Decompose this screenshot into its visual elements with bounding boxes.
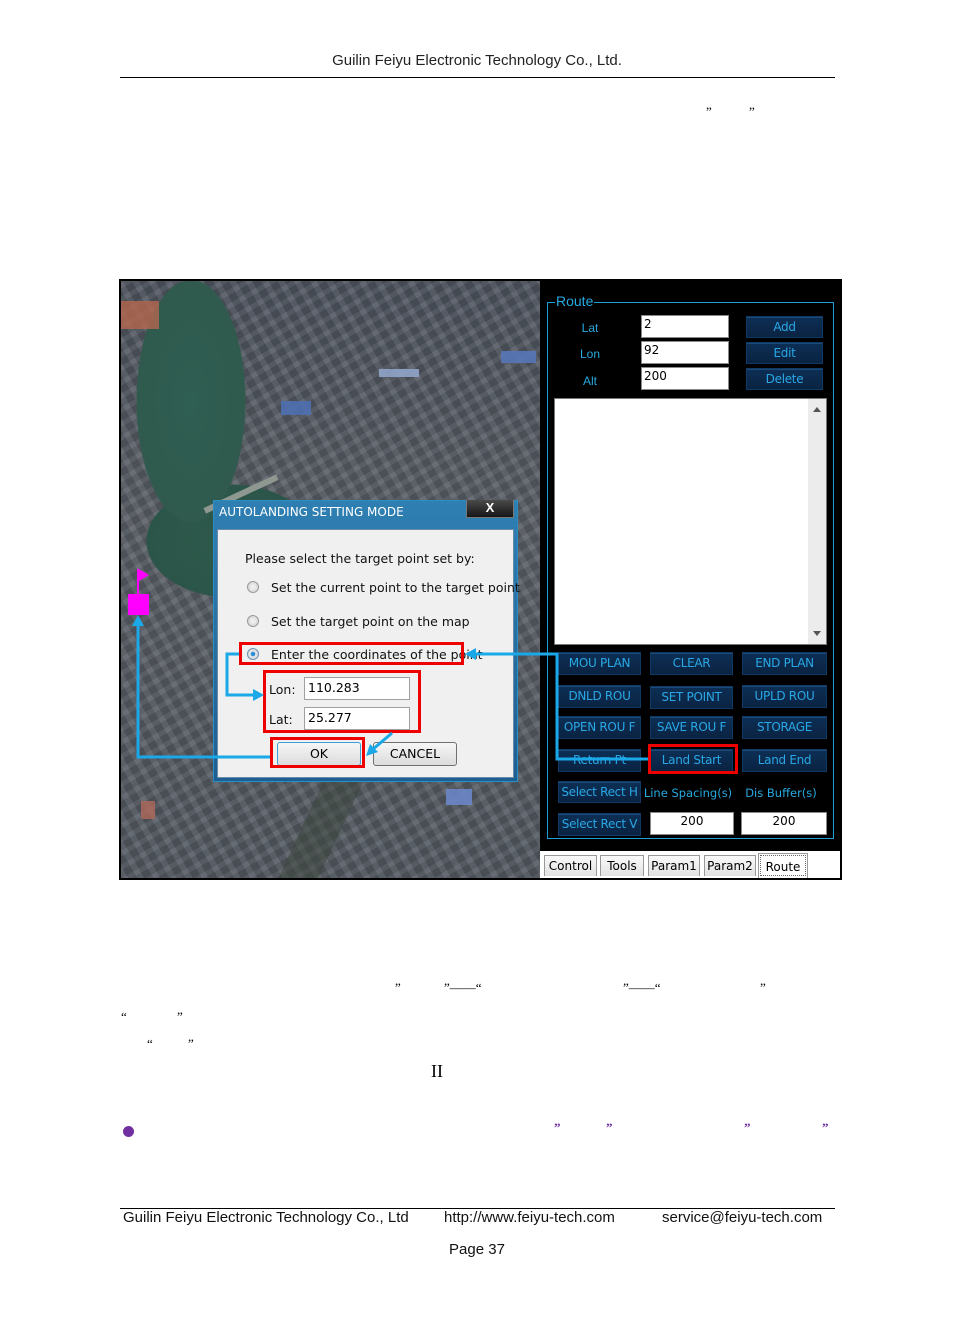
quote-mark: ”——“: [623, 980, 661, 995]
quote-mark: ”: [606, 1120, 613, 1135]
footer-email-link[interactable]: service@feiyu-tech.com: [662, 1209, 822, 1226]
quote-mark: ”: [760, 980, 766, 995]
arrow-ok-to-marker: [136, 624, 270, 759]
arrowhead-icon: [465, 648, 476, 660]
arrow-option-to-fields: [225, 652, 255, 697]
quote-mark: ”: [177, 1009, 183, 1024]
roman-numeral: II: [431, 1061, 443, 1081]
page-number: Page 37: [449, 1241, 505, 1258]
arrow-fields-to-ok: [371, 731, 393, 752]
arrowhead-icon: [132, 615, 144, 626]
quote-mark: ”: [744, 1120, 751, 1135]
quote-mark: ”: [188, 1036, 194, 1051]
footer-website-link[interactable]: http://www.feiyu-tech.com: [444, 1209, 615, 1226]
quote-mark: ”: [395, 980, 401, 995]
quote-mark: “: [147, 1036, 153, 1051]
footer-company: Guilin Feiyu Electronic Technology Co., …: [123, 1209, 409, 1226]
arrow-land-start-to-option: [474, 652, 648, 761]
arrowhead-icon: [253, 689, 264, 701]
bullet-icon: [123, 1126, 134, 1137]
quote-mark: ”: [822, 1120, 829, 1135]
quote-mark: ”: [554, 1120, 561, 1135]
annotation-arrows: [132, 615, 648, 761]
quote-mark: “: [121, 1009, 127, 1024]
quote-mark: ”——“: [444, 980, 482, 995]
